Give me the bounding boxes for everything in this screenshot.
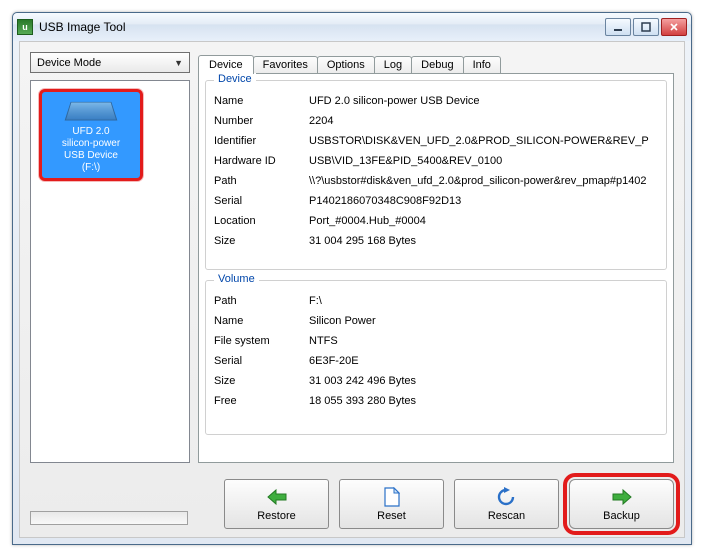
tabstrip: Device Favorites Options Log Debug Info [198,52,501,73]
page-icon [384,486,400,508]
device-group: Device NameUFD 2.0 silicon-power USB Dev… [205,80,667,270]
label-vol-serial: Serial [214,355,309,367]
value-vol-fs: NTFS [309,335,658,347]
minimize-button[interactable] [605,18,631,36]
close-button[interactable] [661,18,687,36]
label-vol-size: Size [214,375,309,387]
label-identifier: Identifier [214,135,309,147]
progress-bar [30,511,188,525]
titlebar[interactable]: u USB Image Tool [13,13,691,41]
tab-info[interactable]: Info [463,56,501,73]
label-path: Path [214,175,309,187]
value-number: 2204 [309,115,658,127]
backup-button[interactable]: Backup [569,479,674,529]
client-area: Device Mode ▼ Device Favorites Options L… [19,41,685,538]
device-list-item-label: UFD 2.0 silicon-power USB Device (F:\) [46,126,136,174]
device-group-title: Device [214,73,256,85]
arrow-left-icon [266,486,288,508]
value-size: 31 004 295 168 Bytes [309,235,658,247]
tab-device[interactable]: Device [198,55,254,74]
label-name: Name [214,95,309,107]
app-icon: u [17,19,33,35]
value-hardware-id: USB\VID_13FE&PID_5400&REV_0100 [309,155,658,167]
volume-group: Volume PathF:\ NameSilicon Power File sy… [205,280,667,435]
reset-button[interactable]: Reset [339,479,444,529]
label-vol-free: Free [214,395,309,407]
button-bar: Restore Reset Rescan Backup [30,469,674,529]
label-vol-fs: File system [214,335,309,347]
refresh-icon [496,486,518,508]
value-location: Port_#0004.Hub_#0004 [309,215,658,227]
maximize-button[interactable] [633,18,659,36]
tab-content: Device NameUFD 2.0 silicon-power USB Dev… [198,73,674,463]
arrow-right-icon [611,486,633,508]
value-vol-size: 31 003 242 496 Bytes [309,375,658,387]
mode-select-label: Device Mode [37,57,101,69]
volume-group-title: Volume [214,273,259,285]
value-name: UFD 2.0 silicon-power USB Device [309,95,658,107]
window-title: USB Image Tool [39,20,605,34]
value-serial: P1402186070348C908F92D13 [309,195,658,207]
rescan-button[interactable]: Rescan [454,479,559,529]
tab-debug[interactable]: Debug [411,56,463,73]
value-vol-serial: 6E3F-20E [309,355,658,367]
value-path: \\?\usbstor#disk&ven_ufd_2.0&prod_silico… [309,175,658,187]
tab-favorites[interactable]: Favorites [253,56,318,73]
tab-options[interactable]: Options [317,56,375,73]
label-vol-name: Name [214,315,309,327]
label-location: Location [214,215,309,227]
label-serial: Serial [214,195,309,207]
value-vol-name: Silicon Power [309,315,658,327]
value-identifier: USBSTOR\DISK&VEN_UFD_2.0&PROD_SILICON-PO… [309,135,658,147]
mode-select[interactable]: Device Mode ▼ [30,52,190,73]
label-hardware-id: Hardware ID [214,155,309,167]
usb-device-icon [65,102,118,121]
app-window: u USB Image Tool Device Mode ▼ Device Fa… [12,12,692,545]
tab-log[interactable]: Log [374,56,412,73]
restore-button[interactable]: Restore [224,479,329,529]
value-vol-path: F:\ [309,295,658,307]
device-list[interactable]: UFD 2.0 silicon-power USB Device (F:\) [30,80,190,463]
label-size: Size [214,235,309,247]
label-vol-path: Path [214,295,309,307]
chevron-down-icon: ▼ [174,58,183,68]
value-vol-free: 18 055 393 280 Bytes [309,395,658,407]
device-list-item[interactable]: UFD 2.0 silicon-power USB Device (F:\) [39,89,143,181]
label-number: Number [214,115,309,127]
